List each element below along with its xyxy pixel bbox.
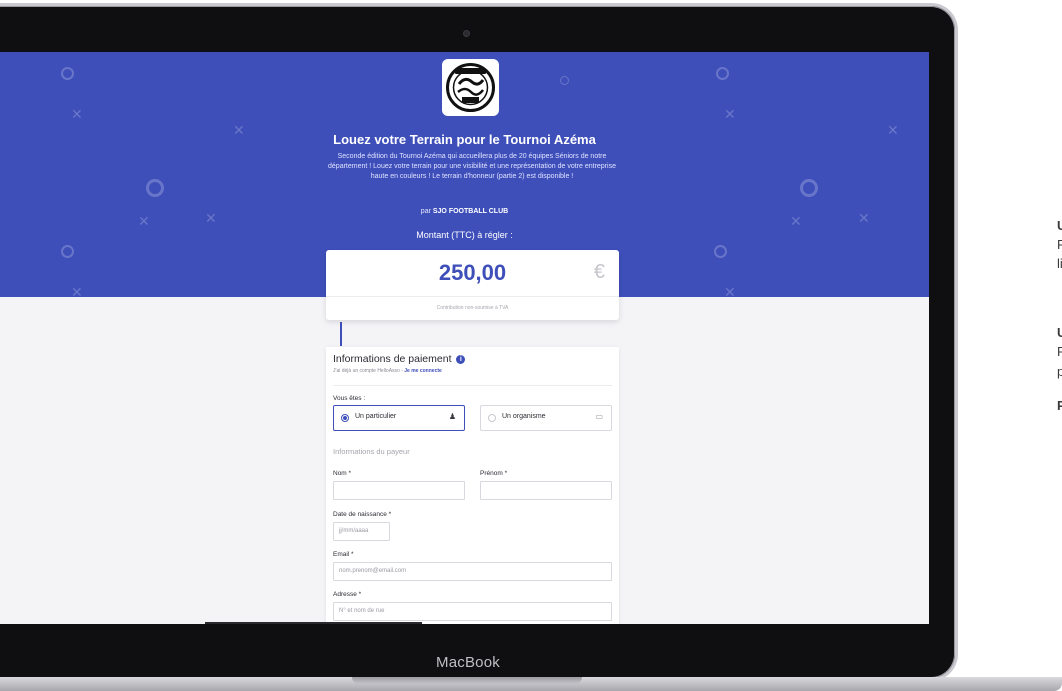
payer-info-heading: Informations du payeur <box>333 447 410 456</box>
side-text-line: P <box>1057 344 1062 359</box>
email-placeholder: nom.prenom@email.com <box>339 568 407 574</box>
info-icon[interactable]: i <box>456 355 466 364</box>
circle-decoration-icon <box>560 76 569 85</box>
side-text-line: P <box>1057 237 1062 252</box>
option-organization-label: Un organisme <box>502 413 546 420</box>
account-prompt: J'ai déjà un compte HelloAsso - Je me co… <box>333 368 442 374</box>
address-input[interactable]: N° et nom de rue <box>333 602 612 621</box>
cross-decoration-icon: ✕ <box>71 285 83 301</box>
circle-decoration-icon <box>61 245 74 258</box>
circle-decoration-icon <box>716 67 729 80</box>
amount-value: 250,00 <box>438 260 507 285</box>
radio-icon[interactable] <box>488 414 496 422</box>
payment-title-text: Informations de paiement <box>333 353 452 365</box>
cross-decoration-icon: ✕ <box>724 107 736 123</box>
address-label: Adresse * <box>333 591 362 598</box>
amount-card: 250,00 € Contribution non-soumise à TVA <box>326 250 619 320</box>
club-logo <box>442 59 499 116</box>
campaign-description: Seconde édition du Tournoi Azéma qui acc… <box>328 153 616 180</box>
option-individual-label: Un particulier <box>355 413 397 420</box>
payment-title: Informations de paiement i <box>333 353 466 365</box>
screen-edge <box>205 622 422 624</box>
organizer-prefix: par <box>420 208 431 215</box>
circle-decoration-icon <box>714 245 727 258</box>
email-input[interactable]: nom.prenom@email.com <box>333 562 612 581</box>
side-text-line: U <box>1057 325 1062 340</box>
side-text-line: p <box>1057 364 1062 379</box>
cross-decoration-icon: ✕ <box>71 107 83 123</box>
birthdate-label: Date de naissance * <box>333 511 392 518</box>
side-text-line: P <box>1057 398 1062 413</box>
person-icon: ♟ <box>448 412 456 421</box>
campaign-title: Louez votre Terrain pour le Tournoi Azém… <box>333 132 596 147</box>
last-name-label: Nom * <box>333 470 352 477</box>
cross-decoration-icon: ✕ <box>724 285 736 301</box>
first-name-label: Prénom * <box>480 470 508 477</box>
camera-icon <box>464 31 469 36</box>
payer-type-label: Vous êtes : <box>333 395 366 402</box>
divider <box>326 296 619 297</box>
radio-selected-icon[interactable] <box>341 414 349 422</box>
account-prompt-text: J'ai déjà un compte HelloAsso - <box>333 368 403 374</box>
last-name-input[interactable] <box>333 481 465 500</box>
circle-decoration-icon <box>800 179 818 197</box>
organizer-name[interactable]: SJO FOOTBALL CLUB <box>433 208 508 215</box>
login-link[interactable]: Je me connecte <box>404 368 442 374</box>
divider <box>333 385 612 386</box>
option-organization[interactable]: Un organisme ▭ <box>480 405 612 431</box>
side-text-line: li <box>1057 256 1062 271</box>
payment-form: Informations de paiement i J'ai déjà un … <box>326 347 619 624</box>
amount-label: Montant (TTC) à régler : <box>416 230 513 240</box>
tva-note: Contribution non-soumise à TVA <box>436 305 509 311</box>
cross-decoration-icon: ✕ <box>138 214 150 230</box>
laptop-screen: ✕ ✕ ✕ ✕ ✕ ✕ ✕ ✕ ✕ ✕ Louez votre Terrain … <box>0 52 929 624</box>
briefcase-icon: ▭ <box>595 412 603 421</box>
laptop-hinge <box>352 677 582 684</box>
address-placeholder: N° et nom de rue <box>339 608 385 614</box>
birthdate-placeholder: jj/mm/aaaa <box>339 528 369 534</box>
campaign-organizer: par SJO FOOTBALL CLUB <box>0 208 929 215</box>
cross-decoration-icon: ✕ <box>790 214 802 230</box>
step-indicator <box>340 322 342 346</box>
birthdate-input[interactable]: jj/mm/aaaa <box>333 522 390 541</box>
euro-icon: € <box>593 261 605 283</box>
first-name-input[interactable] <box>480 481 612 500</box>
circle-decoration-icon <box>146 179 164 197</box>
option-individual[interactable]: Un particulier ♟ <box>333 405 465 431</box>
circle-decoration-icon <box>61 67 74 80</box>
club-crest-icon <box>446 63 495 112</box>
laptop-brand: MacBook <box>436 654 500 671</box>
side-text-line: U <box>1057 218 1062 233</box>
email-label: Email * <box>333 551 354 558</box>
